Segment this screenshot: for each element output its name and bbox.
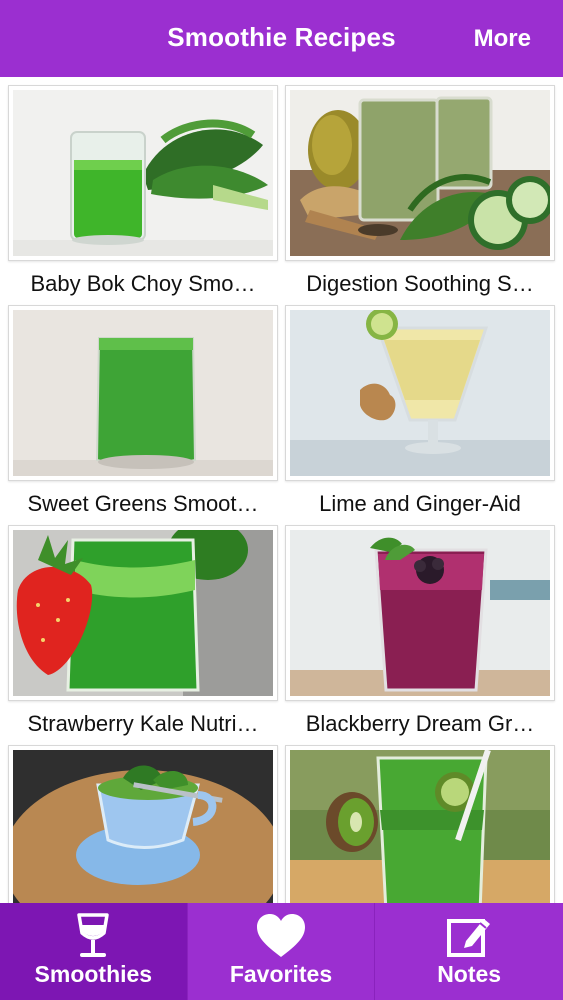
recipe-photo [285, 305, 555, 481]
recipe-card-lime-ginger-aid[interactable]: Lime and Ginger-Aid [285, 305, 555, 525]
nav-bar: Smoothie Recipes More [0, 0, 563, 77]
smoothie-photo-icon [290, 750, 550, 903]
recipe-card-baby-bok-choy[interactable]: Baby Bok Choy Smo… [8, 85, 278, 305]
recipe-title: Strawberry Kale Nutri… [27, 711, 259, 736]
recipe-title: Baby Bok Choy Smo… [30, 271, 256, 296]
recipe-card[interactable] [285, 745, 555, 903]
notepad-pencil-icon [447, 919, 491, 957]
recipe-title: Digestion Soothing S… [306, 271, 534, 296]
tab-smoothies[interactable]: Smoothies [0, 903, 188, 1000]
tab-notes[interactable]: Notes [375, 903, 563, 1000]
smoothie-photo-icon [13, 90, 273, 256]
recipe-card-digestion-soothing[interactable]: Digestion Soothing S… [285, 85, 555, 305]
recipe-card-strawberry-kale[interactable]: Strawberry Kale Nutri… [8, 525, 278, 745]
tab-label: Smoothies [34, 961, 153, 987]
recipe-title: Blackberry Dream Gr… [305, 711, 535, 736]
heart-icon [256, 914, 305, 957]
smoothie-photo-icon [290, 310, 550, 476]
recipe-photo [8, 85, 278, 261]
tab-label: Notes [437, 961, 502, 987]
recipe-photo [8, 305, 278, 481]
recipe-grid: Baby Bok Choy Smo… Digestion Soothing S…… [0, 77, 563, 903]
smoothie-photo-icon [13, 310, 273, 476]
recipe-title: Sweet Greens Smoot… [27, 491, 259, 516]
recipe-card-blackberry-dream[interactable]: Blackberry Dream Gr… [285, 525, 555, 745]
recipe-title: Lime and Ginger-Aid [319, 491, 521, 516]
more-button[interactable]: More [474, 25, 531, 53]
smoothie-photo-icon [13, 750, 273, 903]
tab-bar: Smoothies Favorites Notes [0, 903, 563, 1000]
tab-favorites[interactable]: Favorites [188, 903, 376, 1000]
wine-glass-icon [77, 913, 110, 957]
recipe-photo [285, 85, 555, 261]
recipe-photo [8, 525, 278, 701]
smoothie-photo-icon [290, 530, 550, 696]
recipe-photo [8, 745, 278, 903]
recipe-photo [285, 745, 555, 903]
tab-label: Favorites [229, 961, 333, 987]
recipe-photo [285, 525, 555, 701]
smoothie-photo-icon [13, 530, 273, 696]
smoothie-photo-icon [290, 90, 550, 256]
recipe-card[interactable] [8, 745, 278, 903]
recipe-card-sweet-greens[interactable]: Sweet Greens Smoot… [8, 305, 278, 525]
